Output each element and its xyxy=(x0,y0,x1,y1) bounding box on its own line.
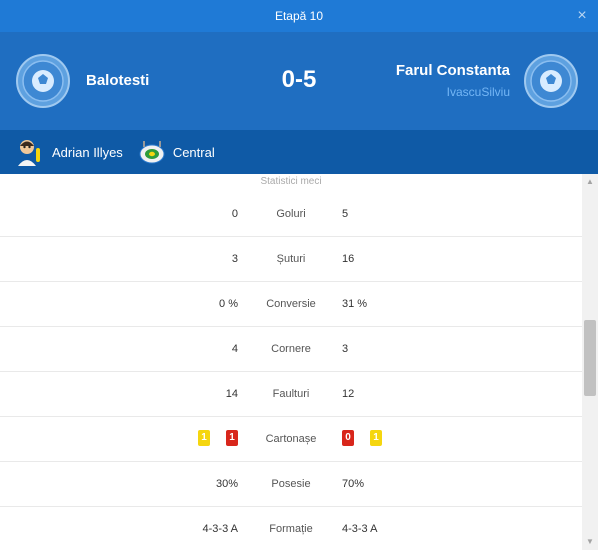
away-possession: 70% xyxy=(342,478,365,490)
away-fouls: 12 xyxy=(342,388,355,400)
stadium-info: Central xyxy=(137,137,215,167)
stat-row-formation: 4-3-3 A Formație 4-3-3 A xyxy=(0,507,582,550)
match-stats-panel: Statistici meci 0 Goluri 5 3 Șuturi 16 0… xyxy=(0,174,582,550)
away-corners: 3 xyxy=(342,343,349,355)
home-cards: 1 1 xyxy=(198,430,238,446)
home-goals: 0 xyxy=(231,208,238,220)
home-shots: 3 xyxy=(231,253,238,265)
away-yellow-card: 1 xyxy=(370,430,382,446)
away-team-badge-icon xyxy=(524,54,578,108)
away-goals: 5 xyxy=(342,208,349,220)
scroll-up-icon[interactable]: ▲ xyxy=(582,174,598,190)
home-corners: 4 xyxy=(231,343,238,355)
away-shots: 16 xyxy=(342,253,355,265)
away-red-card: 0 xyxy=(342,430,354,446)
away-team-name[interactable]: Farul Constanta xyxy=(396,62,510,79)
away-cards: 0 1 xyxy=(342,430,382,446)
home-red-card: 1 xyxy=(226,430,238,446)
away-conversion: 31 % xyxy=(342,298,368,310)
match-header: Balotesti 0-5 Farul Constanta IvascuSilv… xyxy=(0,32,598,130)
stat-row-goals: 0 Goluri 5 xyxy=(0,192,582,237)
stat-label-shots: Șuturi xyxy=(276,253,306,265)
window-titlebar: Etapă 10 × xyxy=(0,0,598,32)
stat-label-cards: Cartonașe xyxy=(265,433,317,445)
stadium-name[interactable]: Central xyxy=(173,145,215,160)
stat-label-goals: Goluri xyxy=(276,208,306,220)
stat-label-fouls: Faulturi xyxy=(272,388,310,400)
away-manager-link[interactable]: IvascuSilviu xyxy=(447,85,510,99)
home-yellow-card: 1 xyxy=(198,430,210,446)
stat-label-possession: Posesie xyxy=(271,478,311,490)
stat-row-corners: 4 Cornere 3 xyxy=(0,327,582,372)
stat-row-conversion: 0 % Conversie 31 % xyxy=(0,282,582,327)
stats-section-title: Statistici meci xyxy=(260,176,322,187)
close-icon[interactable]: × xyxy=(574,8,590,24)
home-conversion: 0 % xyxy=(219,298,238,310)
referee-avatar-icon xyxy=(18,140,40,166)
stat-label-conversion: Conversie xyxy=(266,298,316,310)
referee-name[interactable]: Adrian Illyes xyxy=(52,145,123,160)
stat-row-shots: 3 Șuturi 16 xyxy=(0,237,582,282)
scroll-down-icon[interactable]: ▼ xyxy=(582,534,598,550)
stat-label-corners: Cornere xyxy=(271,343,311,355)
stat-label-formation: Formație xyxy=(269,523,313,535)
home-possession: 30% xyxy=(215,478,238,490)
stat-row-fouls: 14 Faulturi 12 xyxy=(0,372,582,417)
stats-scrollbar[interactable]: ▲ ▼ xyxy=(582,174,598,550)
window-title: Etapă 10 xyxy=(274,9,324,23)
away-formation: 4-3-3 A xyxy=(342,523,378,535)
referee-info: Adrian Illyes xyxy=(14,136,123,168)
match-info-bar: Adrian Illyes Central xyxy=(0,130,598,174)
stadium-icon xyxy=(139,141,165,164)
home-formation: 4-3-3 A xyxy=(202,523,238,535)
stat-row-cards: 1 1 Cartonașe 0 1 xyxy=(0,417,582,462)
home-fouls: 14 xyxy=(225,388,238,400)
scrollbar-thumb[interactable] xyxy=(584,320,596,396)
stat-row-possession: 30% Posesie 70% xyxy=(0,462,582,507)
